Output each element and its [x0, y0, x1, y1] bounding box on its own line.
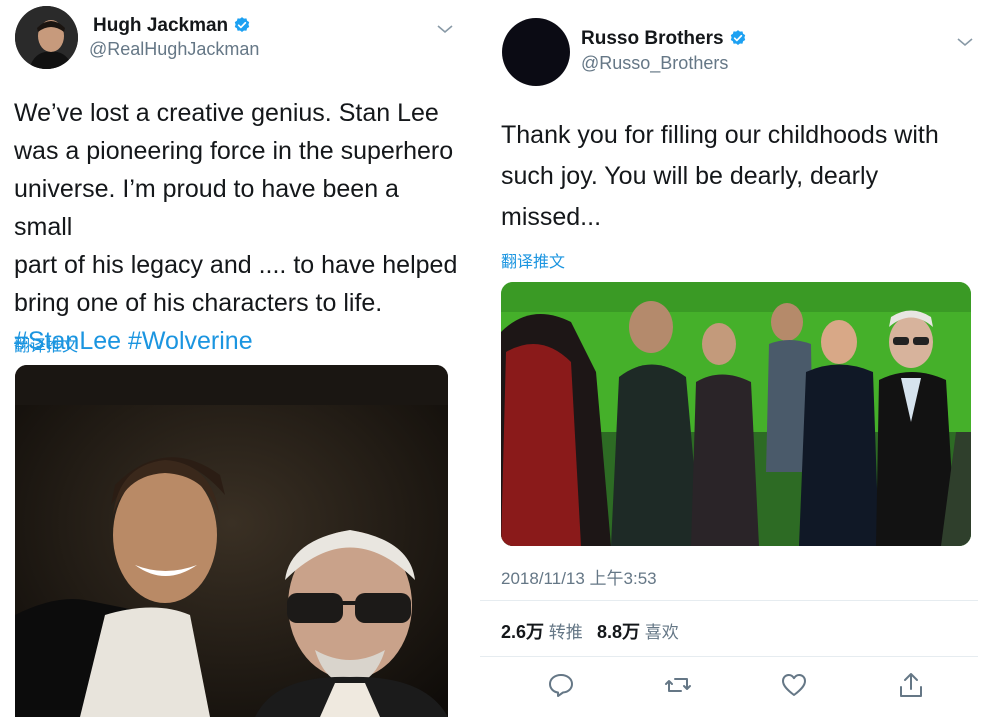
avatar[interactable]	[502, 18, 570, 86]
retweet-count: 2.6万	[501, 622, 545, 642]
tweet-text-line: such joy. You will be dearly, dearly	[501, 162, 879, 190]
author-handle[interactable]: @Russo_Brothers	[581, 53, 728, 74]
verified-badge-icon	[730, 30, 745, 45]
translate-tweet-link[interactable]: 翻译推文	[501, 248, 565, 272]
like-label: 喜欢	[644, 623, 679, 642]
tweet-hugh-jackman: Hugh Jackman @RealHughJackman We’ve lost…	[0, 0, 466, 717]
divider	[466, 0, 480, 717]
tweet-text-line: was a pioneering force in the superhero	[14, 137, 454, 165]
divider	[480, 656, 978, 657]
like-heart-icon[interactable]	[780, 671, 808, 699]
divider	[480, 600, 978, 601]
tweet-photo[interactable]	[15, 365, 448, 717]
hashtags: #StanLee #Wolverine	[14, 322, 464, 360]
tweet-text-line: part of his legacy and .... to have help…	[14, 251, 458, 279]
retweet-label: 转推	[548, 623, 583, 642]
retweet-stat[interactable]: 2.6万 转推	[501, 622, 583, 642]
tweet-stats: 2.6万 转推 8.8万 喜欢	[501, 618, 679, 644]
author-name[interactable]: Hugh Jackman	[93, 15, 251, 37]
tweet-text-line: We’ve lost a creative genius. Stan Lee	[14, 99, 439, 127]
author-name-text[interactable]: Russo Brothers	[581, 28, 724, 49]
translate-tweet-link[interactable]: 翻译推文	[14, 332, 78, 356]
hashtag-link[interactable]: #Wolverine	[128, 327, 253, 355]
tweet-text-line: Thank you for filling our childhoods wit…	[501, 121, 939, 149]
avatar[interactable]	[15, 6, 78, 69]
photo-hugh-jackman-and-stan-lee-icon	[15, 365, 448, 717]
avatar-photo-icon	[15, 6, 78, 69]
tweet-timestamp[interactable]: 2018/11/13 上午3:53	[501, 564, 657, 589]
tweet-text-line: universe. I’m proud to have been a small	[14, 175, 399, 241]
chevron-down-icon[interactable]	[436, 23, 454, 35]
reply-icon[interactable]	[547, 671, 575, 699]
author-name[interactable]: Russo Brothers	[581, 28, 747, 50]
like-count: 8.8万	[596, 622, 640, 642]
share-icon[interactable]	[897, 671, 925, 699]
author-name-text[interactable]: Hugh Jackman	[93, 15, 228, 36]
tweet-text: Thank you for filling our childhoods wit…	[501, 115, 991, 238]
tweet-text-line: bring one of his characters to life.	[14, 289, 383, 317]
tweet-text-line: missed...	[501, 203, 602, 231]
tweet-russo-brothers: Russo Brothers @Russo_Brothers Thank you…	[480, 0, 1000, 717]
photo-cast-with-stan-lee-on-set-icon	[501, 282, 971, 546]
author-handle[interactable]: @RealHughJackman	[89, 39, 259, 60]
verified-badge-icon	[234, 17, 250, 32]
tweet-photo[interactable]	[501, 282, 971, 546]
tweet-text: We’ve lost a creative genius. Stan Lee w…	[14, 94, 464, 360]
chevron-down-icon[interactable]	[956, 36, 974, 48]
like-stat[interactable]: 8.8万 喜欢	[596, 622, 679, 642]
retweet-icon[interactable]	[664, 671, 692, 699]
